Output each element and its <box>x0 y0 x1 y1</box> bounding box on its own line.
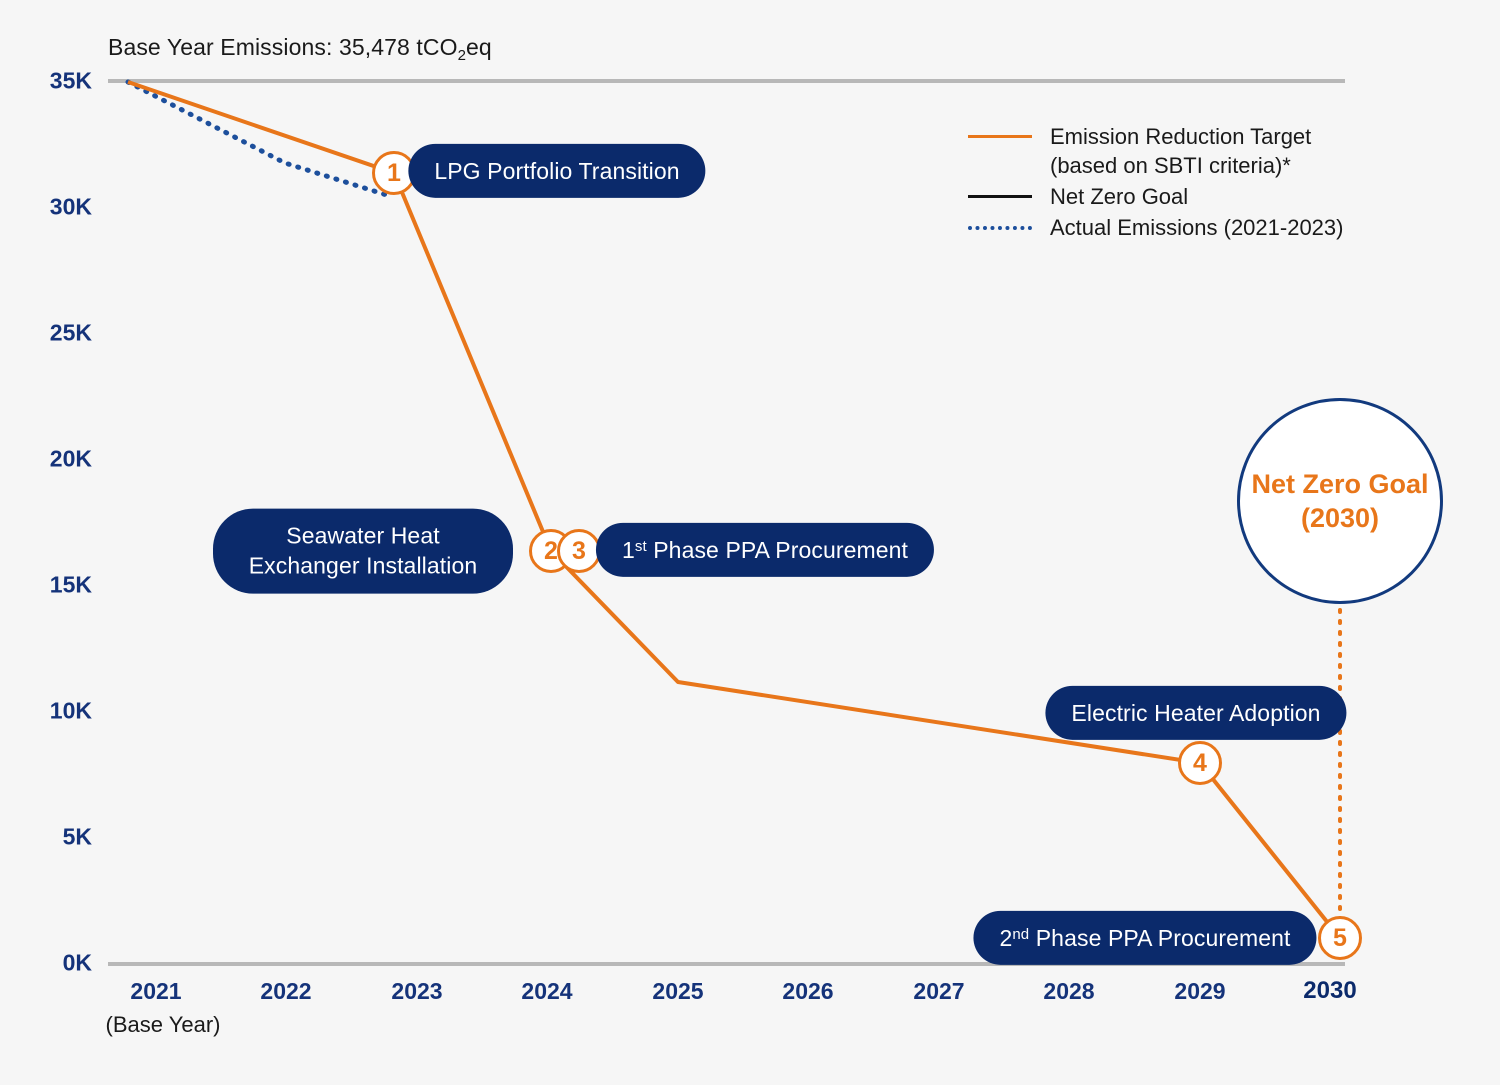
x-tick-2024: 2024 <box>521 978 573 1004</box>
ppa2-label-main: Phase PPA Procurement <box>1035 924 1291 951</box>
y-tick-30k: 30K <box>49 193 92 220</box>
y-tick-20k: 20K <box>49 445 92 472</box>
x-tick-2025: 2025 <box>652 978 704 1004</box>
legend-label-net-zero: Net Zero Goal <box>1050 184 1189 210</box>
x-tick-2029: 2029 <box>1174 978 1226 1004</box>
x-tick-2023: 2023 <box>391 978 443 1004</box>
chart-legend: Emission Reduction Target (based on SBTI… <box>968 122 1343 244</box>
milestone-marker-4[interactable]: 4 <box>1178 741 1222 785</box>
ppa1-ordinal-suffix: st <box>634 537 647 555</box>
net-zero-goal-line1: Net Zero Goal <box>1251 468 1429 499</box>
legend-label-target-line1: Emission Reduction Target <box>1050 124 1312 149</box>
milestone-label-first-phase-ppa-procurement[interactable]: 1st Phase PPA Procurement <box>595 522 935 578</box>
legend-label-target-line2: (based on SBTI criteria)* <box>1050 153 1291 179</box>
y-tick-10k: 10K <box>49 697 92 724</box>
legend-item-net-zero-goal: Net Zero Goal <box>968 182 1343 211</box>
y-tick-5k: 5K <box>62 823 92 850</box>
legend-label-actual-emissions: Actual Emissions (2021-2023) <box>1050 215 1344 241</box>
y-tick-35k: 35K <box>49 67 92 94</box>
milestone-marker-5[interactable]: 5 <box>1318 916 1362 960</box>
y-axis: 35K 30K 25K 20K 15K 10K 5K 0K <box>0 0 92 1085</box>
milestone-label-second-phase-ppa-procurement[interactable]: 2nd Phase PPA Procurement <box>973 910 1317 966</box>
chart-root: Base Year Emissions: 35,478 tCO2eq 35K 3… <box>0 0 1500 1085</box>
seawater-label-line1: Seawater Heat <box>286 522 440 549</box>
x-tick-2026: 2026 <box>782 978 834 1004</box>
x-tick-2027: 2027 <box>913 978 965 1004</box>
milestone-label-electric-heater-adoption[interactable]: Electric Heater Adoption <box>1045 685 1347 741</box>
legend-line-dotted-navy-icon <box>968 213 1032 239</box>
x-tick-2022: 2022 <box>260 978 312 1004</box>
legend-line-solid-orange-icon <box>968 122 1032 148</box>
y-tick-0k: 0K <box>62 949 92 976</box>
legend-line-solid-black-icon <box>968 182 1032 208</box>
x-tick-2028: 2028 <box>1043 978 1095 1004</box>
ppa2-ordinal-suffix: nd <box>1012 925 1030 943</box>
net-zero-goal-line2: (2030) <box>1300 503 1380 533</box>
milestone-marker-3[interactable]: 3 <box>557 529 601 573</box>
series-actual-emissions <box>125 79 396 200</box>
y-tick-25k: 25K <box>49 319 92 346</box>
legend-item-actual-emissions: Actual Emissions (2021-2023) <box>968 213 1343 242</box>
milestone-label-lpg-portfolio-transition[interactable]: LPG Portfolio Transition <box>408 143 706 199</box>
ppa1-label-main: Phase PPA Procurement <box>653 536 909 563</box>
x-tick-2021: 2021 <box>130 978 182 1004</box>
x-tick-2030: 2030 <box>1303 977 1357 1004</box>
ppa1-ordinal-number: 1 <box>621 536 635 563</box>
seawater-label-line2: Exchanger Installation <box>248 553 478 579</box>
y-tick-15k: 15K <box>49 571 92 598</box>
legend-item-emission-reduction-target: Emission Reduction Target (based on SBTI… <box>968 122 1343 180</box>
x-axis-base-year-note: (Base Year) <box>105 1012 221 1037</box>
net-zero-goal-badge[interactable]: Net Zero Goal (2030) <box>1237 398 1443 604</box>
milestone-label-seawater-heat-exchanger-installation[interactable]: Seawater Heat Exchanger Installation <box>213 508 513 594</box>
ppa2-ordinal-number: 2 <box>999 924 1013 951</box>
